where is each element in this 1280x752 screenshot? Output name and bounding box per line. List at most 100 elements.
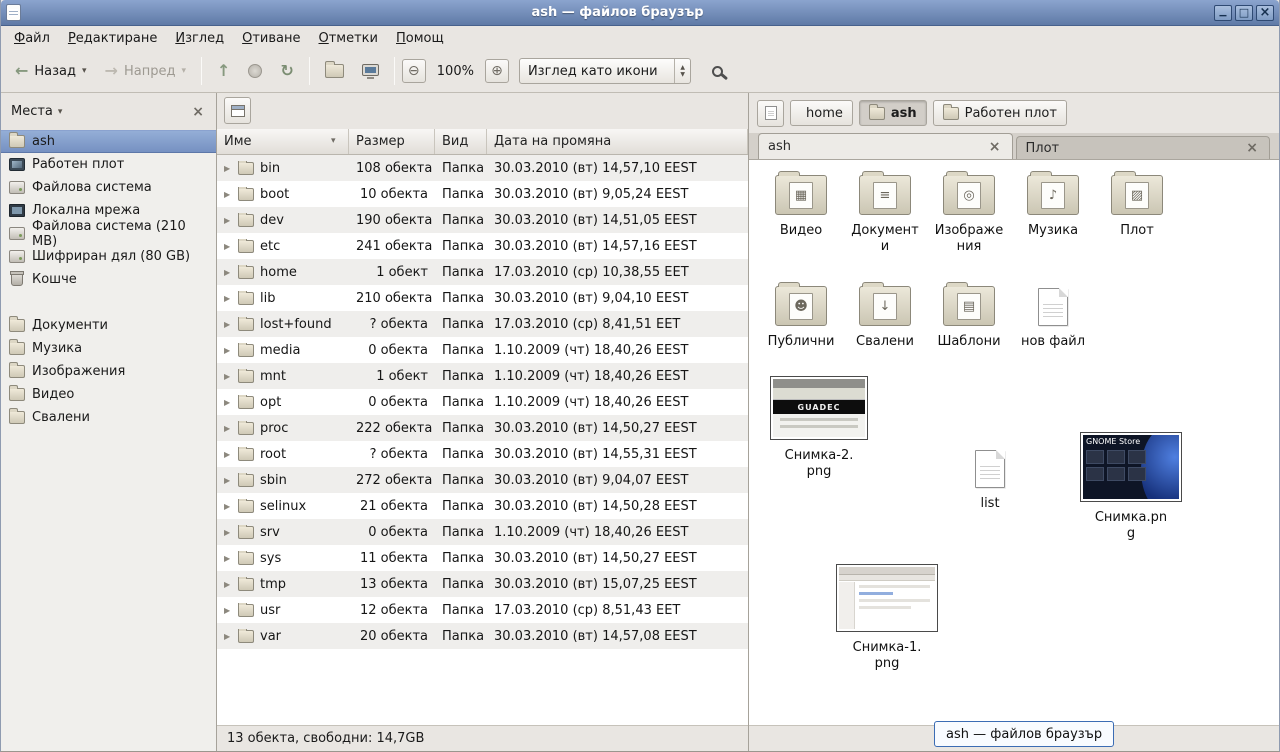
places-combo-arrow-icon[interactable]: ▾ [58,107,63,117]
table-row[interactable]: ▶ tmp 13 обекта Папка 30.03.2010 (вт) 15… [217,571,748,597]
sidebar-item[interactable]: Изображения [1,360,216,383]
table-row[interactable]: ▶ boot 10 обекта Папка 30.03.2010 (вт) 9… [217,181,748,207]
tab-close-icon[interactable]: × [1244,141,1260,155]
icon-view-item[interactable]: list [938,448,1042,512]
zoom-out-button[interactable]: ⊖ [402,59,426,83]
expander-icon[interactable]: ▶ [224,320,232,329]
view-mode-select[interactable]: Изглед като икони [519,58,691,84]
places-close-button[interactable]: × [188,104,208,120]
icon-view-item[interactable]: Снимка-1.png [835,564,939,671]
menu-item[interactable]: Файл [5,28,59,49]
table-row[interactable]: ▶ root ? обекта Папка 30.03.2010 (вт) 14… [217,441,748,467]
expander-icon[interactable]: ▶ [224,502,232,511]
maximize-button[interactable] [1235,5,1253,21]
table-row[interactable]: ▶ lib 210 обекта Папка 30.03.2010 (вт) 9… [217,285,748,311]
home-button[interactable] [317,57,352,85]
stop-button[interactable] [240,57,270,85]
minimize-button[interactable] [1214,5,1232,21]
tab-close-icon[interactable]: × [987,140,1003,154]
spinner-arrows-icon[interactable] [674,59,690,83]
table-row[interactable]: ▶ srv 0 обекта Папка 1.10.2009 (чт) 18,4… [217,519,748,545]
expander-icon[interactable]: ▶ [224,580,232,589]
expander-icon[interactable]: ▶ [224,398,232,407]
pathbar-button[interactable]: ash [859,100,927,126]
expander-icon[interactable]: ▶ [224,346,232,355]
sidebar-item[interactable]: Видео [1,383,216,406]
expander-icon[interactable]: ▶ [224,424,232,433]
table-row[interactable]: ▶ media 0 обекта Папка 1.10.2009 (чт) 18… [217,337,748,363]
icon-view-item[interactable]: GNOME Store Снимка.png [1079,432,1183,541]
column-header[interactable]: Вид [435,129,487,154]
expander-icon[interactable]: ▶ [224,164,232,173]
table-row[interactable]: ▶ lost+found ? обекта Папка 17.03.2010 (… [217,311,748,337]
menu-item[interactable]: Изглед [166,28,233,49]
table-row[interactable]: ▶ proc 222 обекта Папка 30.03.2010 (вт) … [217,415,748,441]
expander-icon[interactable]: ▶ [224,216,232,225]
expander-icon[interactable]: ▶ [224,268,232,277]
icon-view-item[interactable]: ≡ Документи [846,175,924,254]
table-row[interactable]: ▶ sys 11 обекта Папка 30.03.2010 (вт) 14… [217,545,748,571]
table-row[interactable]: ▶ home 1 обект Папка 17.03.2010 (ср) 10,… [217,259,748,285]
expander-icon[interactable]: ▶ [224,372,232,381]
column-header[interactable]: Дата на промяна [487,129,748,154]
icon-view-item[interactable]: нов файл [1014,286,1092,350]
expander-icon[interactable]: ▶ [224,606,232,615]
menu-item[interactable]: Отметки [310,28,388,49]
pathbar-button[interactable]: home [790,100,853,126]
expander-icon[interactable]: ▶ [224,450,232,459]
pathbar-button[interactable]: Работен плот [933,100,1067,126]
forward-button[interactable]: → Напред ▾ [97,56,194,86]
sidebar-item[interactable]: Файлова система (210 MB) [1,222,216,245]
sidebar-item[interactable]: Кошче [1,268,216,291]
table-row[interactable]: ▶ opt 0 обекта Папка 1.10.2009 (чт) 18,4… [217,389,748,415]
icon-view-item[interactable]: ◎ Изображения [930,175,1008,254]
menu-item[interactable]: Отиване [233,28,309,49]
sidebar-item[interactable]: Свалени [1,406,216,429]
reload-button[interactable]: ↻ [272,56,301,86]
zoom-in-button[interactable]: ⊕ [485,59,509,83]
sidebar-item[interactable]: Документи [1,314,216,337]
menu-item[interactable]: Помощ [387,28,453,49]
expander-icon[interactable]: ▶ [224,190,232,199]
tab[interactable]: Плот × [1016,136,1271,159]
icon-view-item[interactable]: GUADEC Снимка-2.png [767,376,871,479]
tab[interactable]: ash × [758,133,1013,159]
table-row[interactable]: ▶ usr 12 обекта Папка 17.03.2010 (ср) 8,… [217,597,748,623]
menu-item[interactable]: Редактиране [59,28,166,49]
expander-icon[interactable]: ▶ [224,554,232,563]
back-dropdown-icon[interactable]: ▾ [82,66,87,76]
pathbar-root-button[interactable] [757,100,784,127]
expander-icon[interactable]: ▶ [224,242,232,251]
column-header[interactable]: Име [217,129,349,154]
search-button[interactable] [703,56,733,86]
computer-button[interactable] [354,57,387,86]
window-menu-icon[interactable] [6,4,21,21]
pane-toggle-button[interactable] [224,97,251,124]
sidebar-item[interactable]: Шифриран дял (80 GB) [1,245,216,268]
up-button[interactable]: ↑ [209,56,238,86]
icon-view-item[interactable]: ☻ Публични [762,286,840,350]
icon-view-item[interactable]: ▤ Шаблони [930,286,1008,350]
sidebar-item[interactable] [1,291,216,314]
table-row[interactable]: ▶ mnt 1 обект Папка 1.10.2009 (чт) 18,40… [217,363,748,389]
table-row[interactable]: ▶ sbin 272 обекта Папка 30.03.2010 (вт) … [217,467,748,493]
sidebar-item[interactable]: Музика [1,337,216,360]
close-button[interactable] [1256,5,1274,21]
back-button[interactable]: ← Назад ▾ [7,56,95,86]
table-row[interactable]: ▶ var 20 обекта Папка 30.03.2010 (вт) 14… [217,623,748,649]
icon-view-item[interactable]: ▦ Видео [762,175,840,254]
sidebar-item[interactable]: ash [1,130,216,153]
icon-view-item[interactable]: ♪ Музика [1014,175,1092,254]
table-row[interactable]: ▶ dev 190 обекта Папка 30.03.2010 (вт) 1… [217,207,748,233]
table-row[interactable]: ▶ bin 108 обекта Папка 30.03.2010 (вт) 1… [217,155,748,181]
expander-icon[interactable]: ▶ [224,528,232,537]
expander-icon[interactable]: ▶ [224,294,232,303]
expander-icon[interactable]: ▶ [224,632,232,641]
icon-view-item[interactable]: ↓ Свалени [846,286,924,350]
sidebar-item[interactable]: Работен плот [1,153,216,176]
table-row[interactable]: ▶ etc 241 обекта Папка 30.03.2010 (вт) 1… [217,233,748,259]
icon-view-item[interactable]: ▨ Плот [1098,175,1176,254]
expander-icon[interactable]: ▶ [224,476,232,485]
sidebar-item[interactable]: Файлова система [1,176,216,199]
column-header[interactable]: Размер [349,129,435,154]
